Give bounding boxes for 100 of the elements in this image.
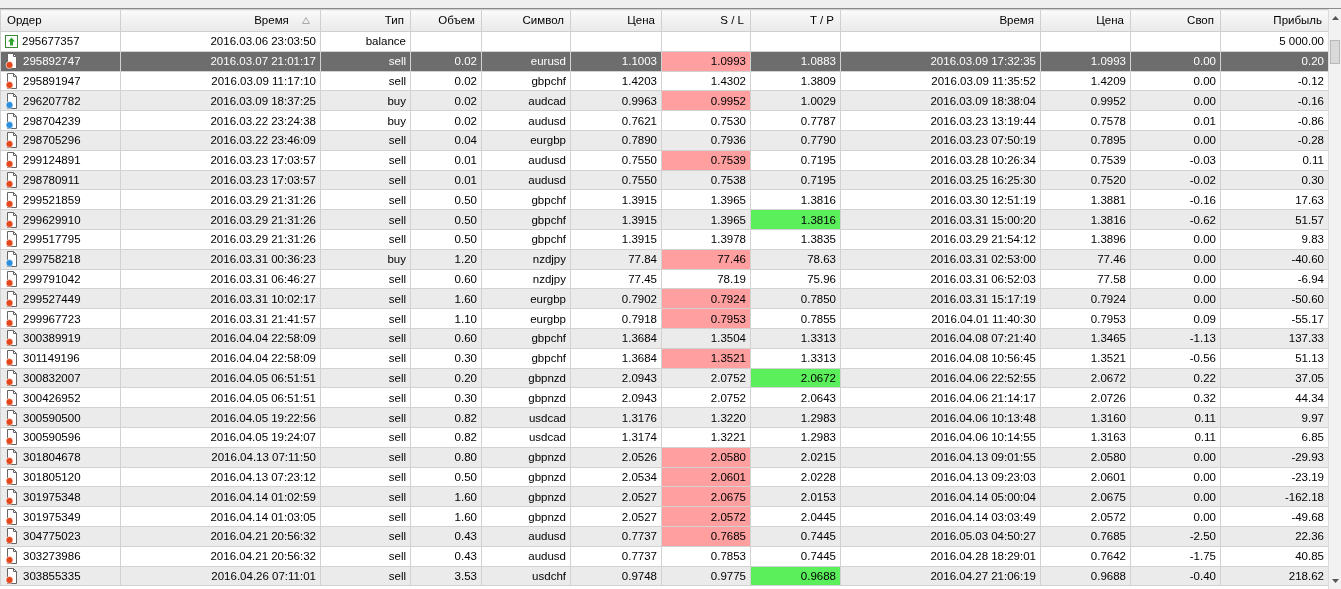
table-cell: 0.50	[410, 229, 482, 250]
order-number: 300590500	[23, 410, 81, 426]
deposit-icon	[5, 34, 18, 48]
table-row[interactable]: 299527449 2016.03.31 10:02:17 sell 1.60 eurgbp 0.7902 0.7924 0.7850 2016.03.31 15:17:19 0.7924 0.00 -50.60	[0, 288, 1328, 309]
document-icon	[5, 468, 19, 485]
table-row[interactable]: 299517795 2016.03.29 21:31:26 sell 0.50 gbpchf 1.3915 1.3978 1.3835 2016.03.29 21:54:12 1.3896 0.00 9.83	[0, 229, 1328, 250]
table-cell: -0.03	[1130, 150, 1221, 171]
table-row[interactable]: 295891947 2016.03.09 11:17:10 sell 0.02 gbpchf 1.4203 1.4302 1.3809 2016.03.09 11:35:52 1.4209 0.00 -0.12	[0, 71, 1328, 91]
table-row[interactable]: 301805120 2016.04.13 07:23:12 sell 0.50 gbpnzd 2.0534 2.0601 2.0228 2016.04.13 09:23:03 2.0601 0.00 -23.19	[0, 467, 1328, 487]
table-cell: 2.0572	[1040, 506, 1131, 527]
order-number: 300590596	[23, 430, 81, 446]
column-header[interactable]: Символ	[481, 9, 571, 32]
order-number: 299758218	[23, 252, 81, 268]
table-cell: sell	[320, 229, 411, 250]
table-row[interactable]: 304775023 2016.04.21 20:56:32 sell 0.43 audusd 0.7737 0.7685 0.7445 2016.05.03 04:50:27 0.7685 -2.50 22.36	[0, 526, 1328, 547]
table-cell: audusd	[481, 150, 571, 171]
table-row[interactable]: 301975348 2016.04.14 01:02:59 sell 1.60 gbpnzd 2.0527 2.0675 2.0153 2016.04.14 05:00:04 2.0675 0.00 -162.18	[0, 486, 1328, 507]
scroll-thumb[interactable]	[1330, 40, 1340, 64]
document-icon	[5, 73, 19, 89]
table-cell: 2.0643	[750, 387, 841, 408]
table-cell: sell	[320, 506, 411, 527]
table-cell: 2016.04.14 01:03:05	[120, 506, 321, 527]
table-cell: balance	[320, 31, 411, 52]
table-cell: sell	[320, 427, 411, 448]
table-row[interactable]: 300832007 2016.04.05 06:51:51 sell 0.20 gbpnzd 2.0943 2.0752 2.0672 2016.04.06 22:52:55 2.0672 0.22 37.05	[0, 368, 1328, 388]
scroll-up-icon[interactable]	[1331, 15, 1339, 20]
scrollbar[interactable]	[1328, 9, 1341, 589]
table-row[interactable]: 299124891 2016.03.23 17:03:57 sell 0.01 audusd 0.7550 0.7539 0.7195 2016.03.28 10:26:34 0.7539 -0.03 0.11	[0, 150, 1328, 171]
table-cell: 0.7445	[750, 546, 841, 566]
table-cell: 0.00	[1130, 229, 1221, 250]
table-row[interactable]: 299758218 2016.03.31 00:36:23 buy 1.20 nzdjpy 77.84 77.46 78.63 2016.03.31 02:53:00 77.46 0.00 -40.60	[0, 249, 1328, 270]
table-cell: sell	[320, 269, 411, 289]
table-row[interactable]: 298704239 2016.03.22 23:24:38 buy 0.02 audusd 0.7621 0.7530 0.7787 2016.03.23 13:19:44 0.7578 0.01 -0.86	[0, 110, 1328, 131]
scroll-down-icon[interactable]	[1331, 578, 1339, 583]
table-cell: 0.32	[1130, 387, 1221, 408]
column-header[interactable]: Время	[840, 9, 1041, 32]
column-header[interactable]: Тип	[320, 9, 411, 32]
order-number: 298780911	[23, 172, 80, 188]
table-cell: gbpchf	[481, 348, 571, 369]
table-cell: 2016.04.01 11:40:30	[840, 308, 1041, 329]
table-cell: 2016.04.08 10:56:45	[840, 348, 1041, 369]
table-cell: 0.01	[410, 150, 482, 171]
table-row[interactable]: 301975349 2016.04.14 01:03:05 sell 1.60 gbpnzd 2.0527 2.0572 2.0445 2016.04.14 03:03:49 2.0572 0.00 -49.68	[0, 506, 1328, 527]
table-cell: 2016.04.06 10:14:55	[840, 427, 1041, 448]
table-cell: 0.00	[1130, 467, 1221, 487]
table-row[interactable]: 296207782 2016.03.09 18:37:25 buy 0.02 audcad 0.9963 0.9952 1.0029 2016.03.09 18:38:04 0.9952 0.00 -0.16	[0, 90, 1328, 111]
table-cell: 0.7953	[1040, 308, 1131, 329]
table-cell: 2016.03.31 06:46:27	[120, 269, 321, 289]
document-icon	[5, 389, 19, 406]
column-header[interactable]: Объем	[410, 9, 482, 32]
table-row[interactable]: 295892747 2016.03.07 21:01:17 sell 0.02 eurusd 1.1003 1.0993 1.0883 2016.03.09 17:32:35 1.0993 0.00 0.20	[0, 51, 1328, 72]
column-header[interactable]: Ордер	[0, 9, 121, 32]
table-cell: 2016.03.23 13:19:44	[840, 110, 1041, 131]
column-label: Время	[254, 13, 289, 26]
table-row[interactable]: 303855335 2016.04.26 07:11:01 sell 3.53 usdchf 0.9748 0.9775 0.9688 2016.04.27 21:06:19 0.9688 -0.40 218.62	[0, 566, 1328, 586]
table-cell: 2016.03.29 21:31:26	[120, 229, 321, 250]
column-header[interactable]: Время	[120, 9, 321, 32]
document-icon	[5, 310, 19, 327]
document-icon	[5, 528, 19, 545]
table-row[interactable]: 299967723 2016.03.31 21:41:57 sell 1.10 eurgbp 0.7918 0.7953 0.7855 2016.04.01 11:40:30 0.7953 0.09 -55.17	[0, 308, 1328, 329]
table-row[interactable]: 298780911 2016.03.23 17:03:57 sell 0.01 audusd 0.7550 0.7538 0.7195 2016.03.25 16:25:30 0.7520 -0.02 0.30	[0, 170, 1328, 190]
document-icon	[5, 409, 19, 426]
table-row[interactable]: 300590500 2016.04.05 19:22:56 sell 0.82 usdcad 1.3176 1.3220 1.2983 2016.04.06 10:13:48 1.3160 0.11 9.97	[0, 407, 1328, 428]
column-header[interactable]: Прибыль	[1220, 9, 1328, 32]
document-icon	[5, 567, 19, 584]
table-row[interactable]: 299791042 2016.03.31 06:46:27 sell 0.60 nzdjpy 77.45 78.19 75.96 2016.03.31 06:52:03 77.58 0.00 -6.94	[0, 269, 1328, 289]
table-cell: 1.3881	[1040, 189, 1131, 210]
table-cell: 2016.03.30 12:51:19	[840, 189, 1041, 210]
table-row[interactable]: 295677357 2016.03.06 23:03:50 balance 5 000.00	[0, 31, 1328, 52]
table-row[interactable]: 300426952 2016.04.05 06:51:51 sell 0.30 gbpnzd 2.0943 2.0752 2.0643 2016.04.06 21:14:17 2.0726 0.32 44.34	[0, 387, 1328, 408]
table-cell: 0.7853	[661, 546, 751, 566]
table-row[interactable]: 300590596 2016.04.05 19:24:07 sell 0.82 usdcad 1.3174 1.3221 1.2983 2016.04.06 10:14:55 1.3163 0.11 6.85	[0, 427, 1328, 448]
table-row[interactable]: 298705296 2016.03.22 23:46:09 sell 0.04 eurgbp 0.7890 0.7936 0.7790 2016.03.23 07:50:19 0.7895 0.00 -0.28	[0, 130, 1328, 151]
column-header[interactable]: Цена	[570, 9, 662, 32]
table-row[interactable]: 299629910 2016.03.29 21:31:26 sell 0.50 gbpchf 1.3915 1.3965 1.3816 2016.03.31 15:00:20 1.3816 -0.62 51.57	[0, 209, 1328, 230]
column-header[interactable]: Своп	[1130, 9, 1221, 32]
table-cell: 2016.03.28 10:26:34	[840, 150, 1041, 171]
table-cell: 2.0752	[661, 387, 751, 408]
table-cell: 2016.04.13 07:23:12	[120, 467, 321, 487]
order-number: 295891947	[23, 74, 81, 89]
table-row[interactable]: 300389919 2016.04.04 22:58:09 sell 0.60 gbpchf 1.3684 1.3504 1.3313 2016.04.08 07:21:40 1.3465 -1.13 137.33	[0, 328, 1328, 349]
table-cell: 2016.03.31 06:52:03	[840, 269, 1041, 289]
table-row[interactable]: 301804678 2016.04.13 07:11:50 sell 0.80 gbpnzd 2.0526 2.0580 2.0215 2016.04.13 09:01:55 2.0580 0.00 -29.93	[0, 447, 1328, 468]
table-row[interactable]: 303273986 2016.04.21 20:56:32 sell 0.43 audusd 0.7737 0.7853 0.7445 2016.04.28 18:29:01 0.7642 -1.75 40.85	[0, 546, 1328, 566]
table-cell: 2016.03.09 11:17:10	[120, 71, 321, 91]
table-row[interactable]: 299521859 2016.03.29 21:31:26 sell 0.50 gbpchf 1.3915 1.3965 1.3816 2016.03.30 12:51:19 1.3881 -0.16 17.63	[0, 189, 1328, 210]
column-header[interactable]: Цена	[1040, 9, 1131, 32]
table-cell: 2016.04.04 22:58:09	[120, 348, 321, 369]
table-cell: 1.3521	[1040, 348, 1131, 369]
table-cell: 75.96	[750, 269, 841, 289]
table-cell: 0.7621	[570, 110, 662, 131]
table-row[interactable]: 301149196 2016.04.04 22:58:09 sell 0.30 gbpchf 1.3684 1.3521 1.3313 2016.04.08 10:56:45 1.3521 -0.56 51.13	[0, 348, 1328, 369]
table-cell: 2.0726	[1040, 387, 1131, 408]
table-cell: eurgbp	[481, 308, 571, 329]
table-cell: 0.00	[1130, 269, 1221, 289]
table-cell: 2016.04.05 06:51:51	[120, 387, 321, 408]
column-header[interactable]: S / L	[661, 9, 751, 32]
column-header[interactable]: T / P	[750, 9, 841, 32]
table-cell: 0.7737	[570, 546, 662, 566]
table-cell: sell	[320, 189, 411, 210]
